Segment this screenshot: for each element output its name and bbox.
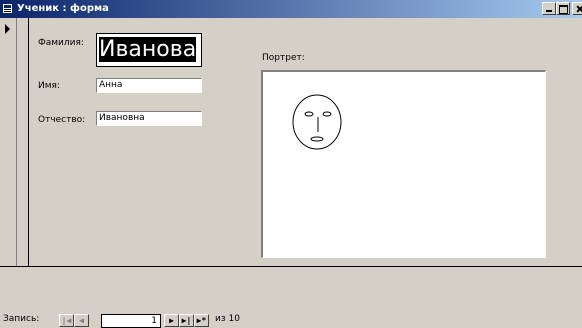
first-record-button[interactable]: |◀ <box>59 314 74 327</box>
maximize-button[interactable] <box>556 2 570 15</box>
record-total: из 10 <box>215 314 240 324</box>
window-titlebar[interactable]: Ученик : форма <box>0 0 582 18</box>
surname-label: Фамилия: <box>38 38 84 48</box>
detail-section-border <box>0 266 582 267</box>
patronymic-label: Отчество: <box>38 115 86 125</box>
name-field[interactable]: Анна <box>96 78 202 93</box>
previous-record-button[interactable]: ◀ <box>74 314 89 327</box>
first-record-icon: |◀ <box>61 316 72 325</box>
new-record-button[interactable]: ▶* <box>194 314 209 327</box>
new-record-icon: ▶* <box>196 316 207 325</box>
next-record-icon: ▶ <box>169 316 174 325</box>
minimize-button[interactable] <box>542 2 556 15</box>
record-selector[interactable] <box>0 18 17 266</box>
window-title: Ученик : форма <box>17 3 109 14</box>
previous-record-icon: ◀ <box>79 316 84 325</box>
last-record-icon: ▶| <box>181 316 192 325</box>
form-section-divider <box>17 18 29 266</box>
name-label: Имя: <box>38 81 60 91</box>
record-label: Запись: <box>3 314 40 324</box>
surname-field[interactable]: Иванова <box>96 33 202 67</box>
close-button[interactable] <box>572 2 582 15</box>
record-number-field[interactable]: 1 <box>101 314 161 328</box>
next-record-button[interactable]: ▶ <box>164 314 179 327</box>
portrait-label: Портрет: <box>262 53 305 63</box>
portrait-face-image <box>292 94 342 150</box>
portrait-frame[interactable] <box>261 70 546 258</box>
surname-value: Иванова <box>99 37 197 62</box>
last-record-button[interactable]: ▶| <box>179 314 194 327</box>
form-icon <box>2 3 13 14</box>
current-record-arrow-icon <box>5 24 10 34</box>
patronymic-field[interactable]: Ивановна <box>96 111 202 126</box>
